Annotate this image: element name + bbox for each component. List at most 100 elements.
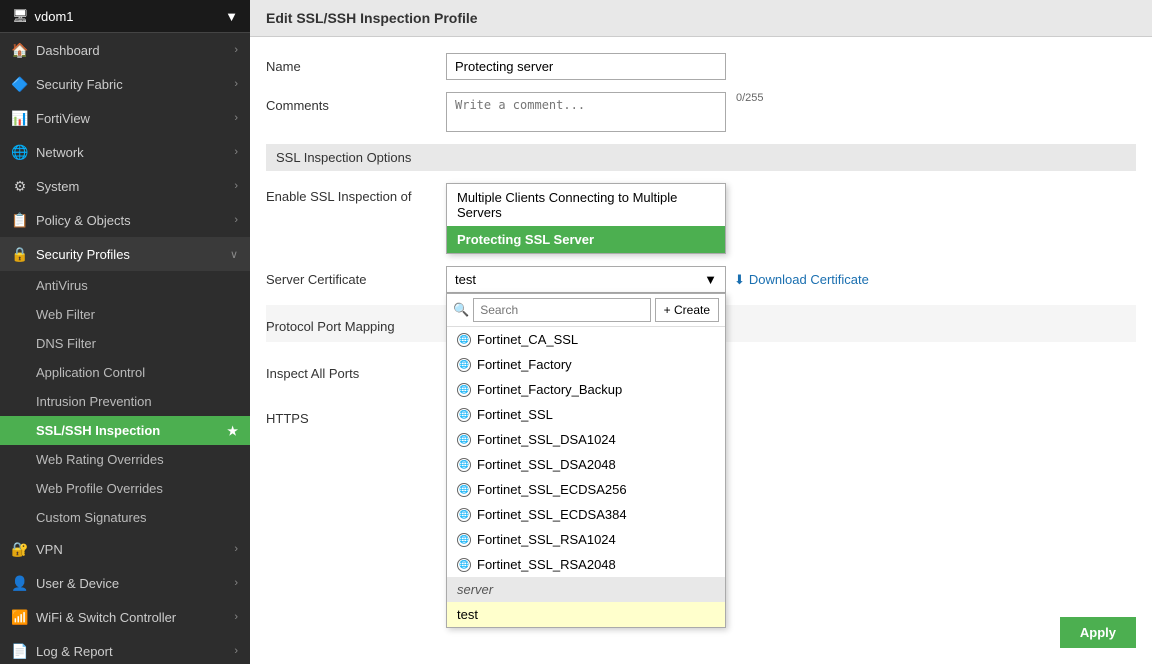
sidebar-item-wifi-switch[interactable]: 📶 WiFi & Switch Controller › xyxy=(0,600,250,634)
sidebar-label-web-rating: Web Rating Overrides xyxy=(36,452,164,467)
comments-row: Comments 0/255 xyxy=(266,92,1136,132)
cert-globe-icon-7: 🌐 xyxy=(457,483,471,497)
cert-option-fortinet-ssl-ecdsa384[interactable]: 🌐 Fortinet_SSL_ECDSA384 xyxy=(447,502,725,527)
vdom-selector[interactable]: 🖥 vdom1 ▼ xyxy=(0,0,250,33)
sidebar-item-security-profiles[interactable]: 🔒 Security Profiles ∨ xyxy=(0,237,250,271)
cert-label-server-category: server xyxy=(457,582,493,597)
sidebar-item-policy-objects[interactable]: 📋 Policy & Objects › xyxy=(0,203,250,237)
cert-globe-icon-3: 🌐 xyxy=(457,383,471,397)
protocol-port-label: Protocol Port Mapping xyxy=(266,313,446,334)
cert-row: test ▼ 🔍 + Create xyxy=(446,266,1136,293)
ssl-inspection-dropdown-container: Multiple Clients Connecting to Multiple … xyxy=(446,183,726,254)
ssl-option-protecting-ssl[interactable]: Protecting SSL Server xyxy=(447,226,725,253)
cert-option-fortinet-ssl-rsa2048[interactable]: 🌐 Fortinet_SSL_RSA2048 xyxy=(447,552,725,577)
sidebar-item-web-filter[interactable]: Web Filter xyxy=(0,300,250,329)
cert-globe-icon-4: 🌐 xyxy=(457,408,471,422)
char-count: 0/255 xyxy=(736,92,764,104)
cert-option-fortinet-ca-ssl[interactable]: 🌐 Fortinet_CA_SSL xyxy=(447,327,725,352)
cert-label-test: test xyxy=(457,607,478,622)
chevron-network: › xyxy=(234,146,238,158)
page-title: Edit SSL/SSH Inspection Profile xyxy=(250,0,1152,37)
cert-option-test[interactable]: test xyxy=(447,602,725,627)
cert-option-fortinet-ssl-ecdsa256[interactable]: 🌐 Fortinet_SSL_ECDSA256 xyxy=(447,477,725,502)
sidebar-item-web-profile-overrides[interactable]: Web Profile Overrides xyxy=(0,474,250,503)
chevron-log: › xyxy=(234,645,238,657)
sidebar-item-network[interactable]: 🌐 Network › xyxy=(0,135,250,169)
cert-option-fortinet-factory[interactable]: 🌐 Fortinet_Factory xyxy=(447,352,725,377)
chevron-vpn: › xyxy=(234,543,238,555)
sidebar-item-custom-signatures[interactable]: Custom Signatures xyxy=(0,503,250,532)
sidebar-label-application-control: Application Control xyxy=(36,365,145,380)
sidebar-item-fortiview[interactable]: 📊 FortiView › xyxy=(0,101,250,135)
security-fabric-icon: 🔷 xyxy=(12,76,28,92)
cert-globe-icon-8: 🌐 xyxy=(457,508,471,522)
cert-label-fortinet-ssl: Fortinet_SSL xyxy=(477,407,553,422)
system-icon: ⚙ xyxy=(12,178,28,194)
cert-label-fortinet-ca-ssl: Fortinet_CA_SSL xyxy=(477,332,578,347)
cert-label-fortinet-ssl-ecdsa384: Fortinet_SSL_ECDSA384 xyxy=(477,507,627,522)
cert-select-container: test ▼ 🔍 + Create xyxy=(446,266,726,293)
sidebar-item-security-fabric[interactable]: 🔷 Security Fabric › xyxy=(0,67,250,101)
enable-ssl-control: Multiple Clients Connecting to Multiple … xyxy=(446,183,1136,254)
sidebar-label-user-device: User & Device xyxy=(36,576,119,591)
cert-create-button[interactable]: + Create xyxy=(655,298,719,322)
server-cert-row: Server Certificate test ▼ xyxy=(266,266,1136,293)
log-icon: 📄 xyxy=(12,643,28,659)
cert-dropdown: 🔍 + Create 🌐 Fortinet_CA_SSL 🌐 xyxy=(446,293,726,628)
cert-label-fortinet-ssl-dsa1024: Fortinet_SSL_DSA1024 xyxy=(477,432,616,447)
sidebar: 🖥 vdom1 ▼ 🏠 Dashboard › 🔷 Security Fabri… xyxy=(0,0,250,664)
chevron-security-fabric: › xyxy=(234,78,238,90)
vpn-icon: 🔐 xyxy=(12,541,28,557)
cert-globe-icon: 🌐 xyxy=(457,333,471,347)
sidebar-label-log: Log & Report xyxy=(36,644,113,659)
cert-select-value: test xyxy=(455,272,476,287)
cert-globe-icon-2: 🌐 xyxy=(457,358,471,372)
name-row: Name xyxy=(266,53,1136,80)
sidebar-item-log-report[interactable]: 📄 Log & Report › xyxy=(0,634,250,664)
cert-globe-icon-6: 🌐 xyxy=(457,458,471,472)
security-profiles-icon: 🔒 xyxy=(12,246,28,262)
download-certificate-link[interactable]: ⬇ Download Certificate xyxy=(734,272,869,288)
main-content: Edit SSL/SSH Inspection Profile Name Com… xyxy=(250,0,1152,664)
sidebar-item-user-device[interactable]: 👤 User & Device › xyxy=(0,566,250,600)
cert-option-fortinet-ssl[interactable]: 🌐 Fortinet_SSL xyxy=(447,402,725,427)
sidebar-item-ssl-ssh-inspection[interactable]: SSL/SSH Inspection ★ xyxy=(0,416,250,445)
cert-select-chevron: ▼ xyxy=(704,272,717,287)
apply-button[interactable]: Apply xyxy=(1060,617,1136,648)
cert-label-fortinet-factory-backup: Fortinet_Factory_Backup xyxy=(477,382,622,397)
cert-label-fortinet-ssl-rsa1024: Fortinet_SSL_RSA1024 xyxy=(477,532,616,547)
cert-label-fortinet-ssl-dsa2048: Fortinet_SSL_DSA2048 xyxy=(477,457,616,472)
cert-select-trigger[interactable]: test ▼ xyxy=(446,266,726,293)
name-input[interactable] xyxy=(446,53,726,80)
star-icon[interactable]: ★ xyxy=(227,424,238,438)
sidebar-label-intrusion-prevention: Intrusion Prevention xyxy=(36,394,152,409)
comments-textarea[interactable] xyxy=(446,92,726,132)
cert-option-fortinet-factory-backup[interactable]: 🌐 Fortinet_Factory_Backup xyxy=(447,377,725,402)
chevron-system: › xyxy=(234,180,238,192)
sidebar-item-intrusion-prevention[interactable]: Intrusion Prevention xyxy=(0,387,250,416)
sidebar-item-dashboard[interactable]: 🏠 Dashboard › xyxy=(0,33,250,67)
network-icon: 🌐 xyxy=(12,144,28,160)
vdom-label: vdom1 xyxy=(35,9,74,24)
sidebar-item-application-control[interactable]: Application Control xyxy=(0,358,250,387)
sidebar-label-fortiview: FortiView xyxy=(36,111,90,126)
enable-ssl-label: Enable SSL Inspection of xyxy=(266,183,446,204)
name-control xyxy=(446,53,1136,80)
sidebar-item-web-rating-overrides[interactable]: Web Rating Overrides xyxy=(0,445,250,474)
download-icon: ⬇ xyxy=(734,272,745,288)
cert-option-fortinet-ssl-dsa1024[interactable]: 🌐 Fortinet_SSL_DSA1024 xyxy=(447,427,725,452)
sidebar-label-policy: Policy & Objects xyxy=(36,213,131,228)
sidebar-label-vpn: VPN xyxy=(36,542,63,557)
cert-option-fortinet-ssl-dsa2048[interactable]: 🌐 Fortinet_SSL_DSA2048 xyxy=(447,452,725,477)
cert-search-input[interactable] xyxy=(473,298,650,322)
sidebar-item-system[interactable]: ⚙ System › xyxy=(0,169,250,203)
sidebar-item-dns-filter[interactable]: DNS Filter xyxy=(0,329,250,358)
ssl-dropdown-menu: Multiple Clients Connecting to Multiple … xyxy=(446,183,726,254)
cert-label-fortinet-ssl-ecdsa256: Fortinet_SSL_ECDSA256 xyxy=(477,482,627,497)
ssl-option-multiple-clients[interactable]: Multiple Clients Connecting to Multiple … xyxy=(447,184,725,226)
sidebar-item-vpn[interactable]: 🔐 VPN › xyxy=(0,532,250,566)
sidebar-item-antivirus[interactable]: AntiVirus xyxy=(0,271,250,300)
cert-label-fortinet-factory: Fortinet_Factory xyxy=(477,357,572,372)
vdom-chevron: ▼ xyxy=(225,9,238,24)
cert-option-fortinet-ssl-rsa1024[interactable]: 🌐 Fortinet_SSL_RSA1024 xyxy=(447,527,725,552)
